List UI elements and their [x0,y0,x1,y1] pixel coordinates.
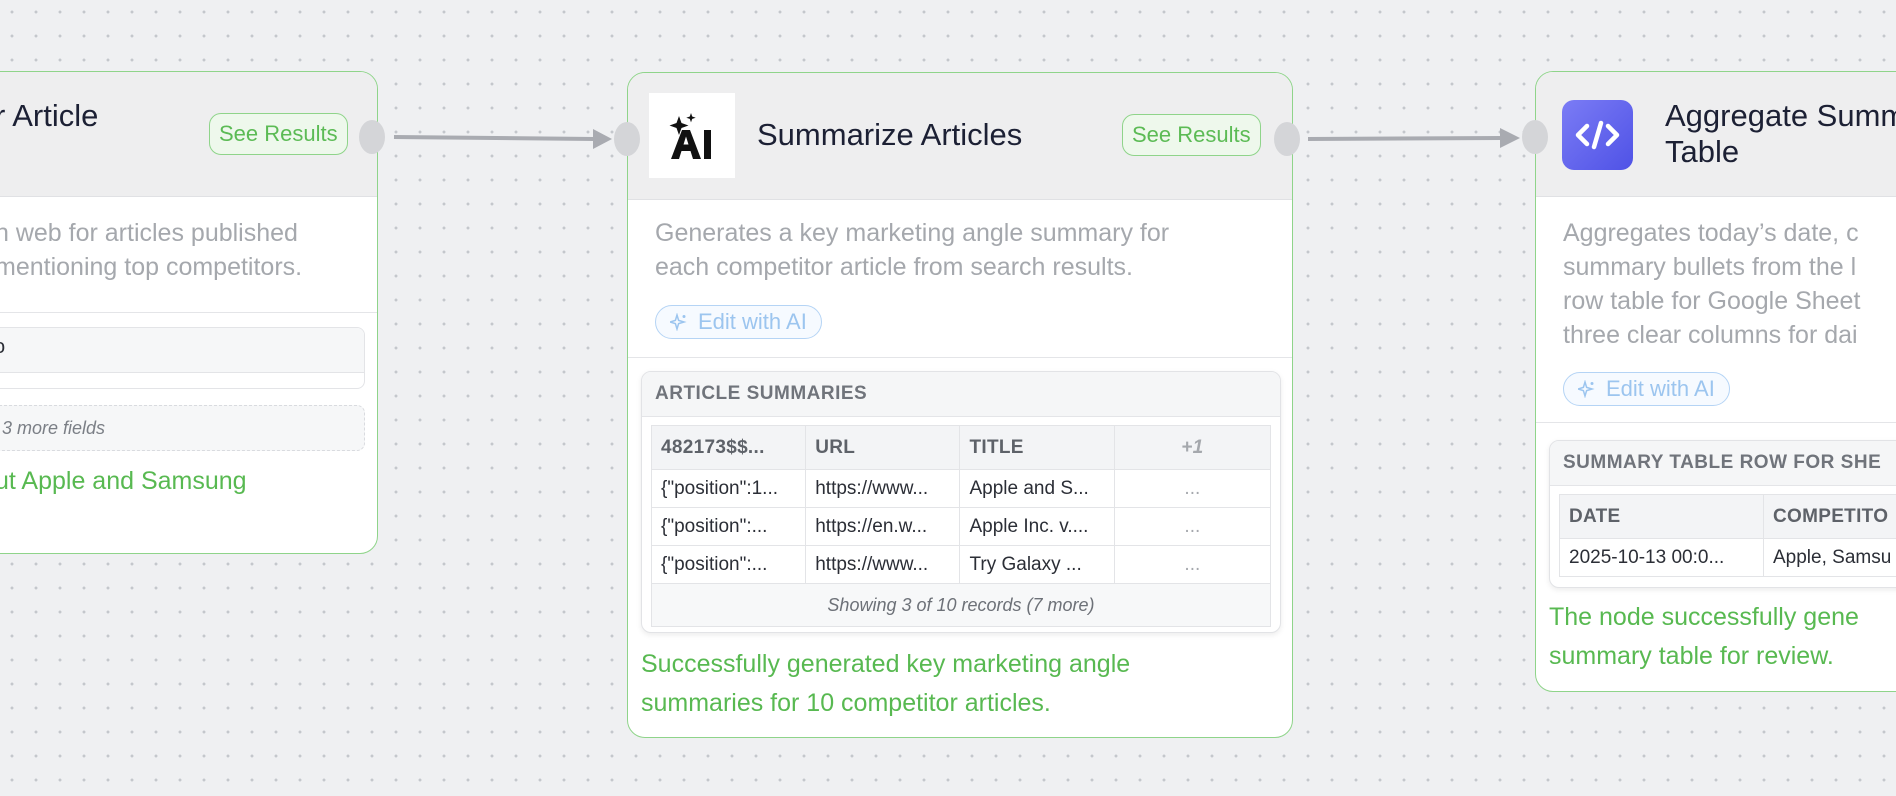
table-cell: ... [1113,469,1272,508]
field-value: o [0,336,5,359]
code-icon [1562,100,1633,170]
node-title: r Article [0,98,99,133]
node-summarize-articles[interactable]: Summarize Articles See Results Generates… [627,72,1293,738]
divider [1536,422,1896,423]
node-title-line2: Table [1665,134,1740,169]
node-header: Summarize Articles See Results [628,73,1292,200]
table-cell: Apple and S... [959,469,1115,508]
table-cell: {"position":... [650,545,807,584]
connector-arrow-right [1307,128,1520,148]
edit-with-ai-button[interactable]: Edit with AI [1563,372,1730,406]
column-header: URL [805,425,961,470]
table-header-row: 482173$$... URL TITLE +1 [650,425,1272,470]
records-count: Showing 3 of 10 records (7 more) [651,583,1271,627]
edit-with-ai-label: Edit with AI [1606,376,1715,401]
edit-with-ai-label: Edit with AI [698,309,807,334]
table-row: {"position":1... https://www... Apple an… [650,469,1272,508]
table-row: {"position":... https://en.w... Apple In… [650,507,1272,546]
table-footer-row: Showing 3 of 10 records (7 more) [651,583,1271,627]
node-title: Summarize Articles [757,117,1023,152]
divider [628,357,1292,358]
table-cell: Apple Inc. v.... [959,507,1115,546]
table-cell: {"position":... [650,507,807,546]
node-title-line1: Aggregate Summ [1665,98,1896,133]
node-search-articles[interactable]: r Article See Results n web for articles… [0,71,378,554]
table-cell: 2025-10-13 00:0... [1559,538,1764,577]
success-message: ut Apple and Samsung [0,467,247,495]
column-header: 482173$$... [650,425,807,470]
article-summaries-card: ARTICLE SUMMARIES 482173$$... URL TITLE … [641,371,1281,633]
table-row: 2025-10-13 00:0... Apple, Samsu [1559,538,1896,577]
ai-sparkle-icon [649,93,735,178]
node-description: Aggregates today’s date, c summary bulle… [1563,219,1861,349]
table-cell: https://www... [805,545,961,584]
table-cell: Apple, Samsu [1763,538,1896,577]
input-port[interactable] [614,122,640,156]
table-header-row: DATE COMPETITO [1559,494,1896,539]
card-title: ARTICLE SUMMARIES [642,372,1280,417]
card-title: SUMMARY TABLE ROW FOR SHE [1550,441,1896,486]
connector-arrow-left [393,129,612,149]
column-header: COMPETITO [1763,494,1896,539]
divider [0,312,377,313]
node-header: r Article See Results [0,72,377,197]
node-description: Generates a key marketing angle summary … [655,219,1170,281]
edit-with-ai-button[interactable]: Edit with AI [655,305,822,339]
column-header: DATE [1559,494,1764,539]
node-aggregate-summary[interactable]: Aggregate Summ Table Aggregates today’s … [1535,71,1896,692]
table-cell: ... [1113,507,1272,546]
success-message: Successfully generated key marketing ang… [641,650,1131,717]
table-cell: Try Galaxy ... [959,545,1115,584]
see-results-button[interactable]: See Results [1122,114,1261,156]
see-results-button[interactable]: See Results [209,113,348,155]
table-cell: https://www... [805,469,961,508]
table-cell: {"position":1... [650,469,807,508]
node-header: Aggregate Summ Table [1536,72,1896,197]
sparkle-icon [670,313,687,331]
table-row: {"position":... https://www... Try Galax… [650,545,1272,584]
more-fields-label: 3 more fields [2,418,106,438]
sparkle-icon [1578,380,1595,398]
data-table: DATE COMPETITO 2025-10-13 00:0... Apple,… [1559,494,1896,577]
field-row: o [0,327,365,389]
table-cell: https://en.w... [805,507,961,546]
output-port[interactable] [359,120,385,154]
more-columns-indicator[interactable]: +1 [1113,425,1272,470]
node-description: n web for articles published mentioning … [0,219,303,281]
success-message: The node successfully gene summary table… [1549,603,1859,670]
more-fields-toggle[interactable]: 3 more fields [0,405,365,451]
table-cell: ... [1113,545,1272,584]
summary-table-card: SUMMARY TABLE ROW FOR SHE DATE COMPETITO… [1549,440,1896,588]
data-table: 482173$$... URL TITLE +1 {"position":1..… [650,425,1272,627]
output-port[interactable] [1274,122,1300,156]
column-header: TITLE [959,425,1115,470]
input-port[interactable] [1522,120,1548,154]
